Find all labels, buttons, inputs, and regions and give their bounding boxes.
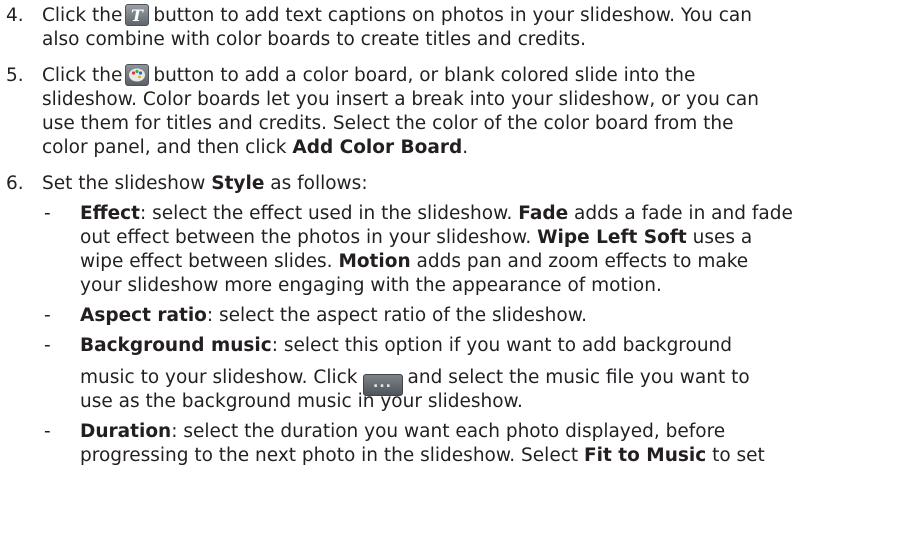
bullet-text: : select the effect used in the slidesho… bbox=[139, 203, 513, 224]
text-t-icon: T bbox=[125, 4, 150, 26]
step-number: 4. bbox=[6, 5, 24, 26]
step-text: button to add text captions on photos in… bbox=[153, 5, 752, 26]
bullet-dash: - bbox=[44, 203, 51, 224]
step-6-line-1: Set the slideshow Style as follows: bbox=[42, 172, 368, 196]
bold-term: Fade bbox=[518, 203, 569, 224]
step-text: as follows: bbox=[270, 173, 368, 194]
step-text: . bbox=[462, 137, 469, 158]
bullet-text: : select this option if you want to add … bbox=[271, 335, 733, 356]
bold-term: Effect bbox=[80, 203, 140, 224]
bold-term: Style bbox=[211, 173, 265, 194]
effect-line-4: your slideshow more engaging with the ap… bbox=[80, 275, 662, 296]
bullet-text: : select the aspect ratio of the slidesh… bbox=[206, 305, 588, 326]
bold-term: Fit to Music bbox=[584, 445, 707, 466]
music-line-1: Background music: select this option if … bbox=[80, 334, 732, 358]
step-4-line-1: Click the T button to add text captions … bbox=[42, 4, 752, 28]
effect-line-1: Effect: select the effect used in the sl… bbox=[80, 202, 793, 226]
step-number: 5. bbox=[6, 65, 24, 86]
bold-term: Duration bbox=[80, 421, 172, 442]
bullet-text: progressing to the next photo in the sli… bbox=[80, 445, 579, 466]
bullet-text: uses a bbox=[692, 227, 753, 248]
bullet-dash: - bbox=[44, 421, 51, 442]
bullet-dash: - bbox=[44, 335, 51, 356]
bold-term: Add Color Board bbox=[292, 137, 463, 158]
step-5-line-2: slideshow. Color boards let you insert a… bbox=[42, 89, 759, 110]
bullet-text: to set bbox=[712, 445, 765, 466]
bullet-text: wipe effect between slides. bbox=[80, 251, 333, 272]
step-number: 6. bbox=[6, 173, 24, 194]
duration-line-1: Duration: select the duration you want e… bbox=[80, 420, 725, 444]
bullet-text: adds a fade in and fade bbox=[574, 203, 793, 224]
step-5-line-4: color panel, and then click Add Color Bo… bbox=[42, 136, 468, 160]
bold-term: Background music bbox=[80, 335, 272, 356]
step-5-line-3: use them for titles and credits. Select … bbox=[42, 113, 734, 134]
bullet-text: : select the duration you want each phot… bbox=[171, 421, 726, 442]
step-text: color panel, and then click bbox=[42, 137, 287, 158]
color-palette-icon bbox=[125, 64, 150, 86]
effect-line-3: wipe effect between slides. Motion adds … bbox=[80, 250, 748, 274]
effect-line-2: out effect between the photos in your sl… bbox=[80, 226, 752, 250]
bold-term: Aspect ratio bbox=[80, 305, 207, 326]
step-5-line-1: Click the button to add a color board, o… bbox=[42, 64, 695, 88]
music-line-3: use as the background music in your slid… bbox=[80, 391, 523, 412]
bullet-text: adds pan and zoom effects to make bbox=[416, 251, 749, 272]
svg-text:T: T bbox=[131, 6, 144, 25]
step-text: Set the slideshow bbox=[42, 173, 206, 194]
aspect-line-1: Aspect ratio: select the aspect ratio of… bbox=[80, 304, 587, 328]
step-4-line-2: also combine with color boards to create… bbox=[42, 29, 587, 50]
bullet-text: and select the music file you want to bbox=[407, 367, 750, 388]
step-text: Click the bbox=[42, 5, 123, 26]
bold-term: Motion bbox=[338, 251, 411, 272]
bullet-dash: - bbox=[44, 305, 51, 326]
bullet-text: music to your slideshow. Click bbox=[80, 367, 358, 388]
step-text: button to add a color board, or blank co… bbox=[153, 65, 696, 86]
bullet-text: out effect between the photos in your sl… bbox=[80, 227, 532, 248]
step-text: Click the bbox=[42, 65, 123, 86]
duration-line-2: progressing to the next photo in the sli… bbox=[80, 444, 765, 468]
bold-term: Wipe Left Soft bbox=[537, 227, 687, 248]
